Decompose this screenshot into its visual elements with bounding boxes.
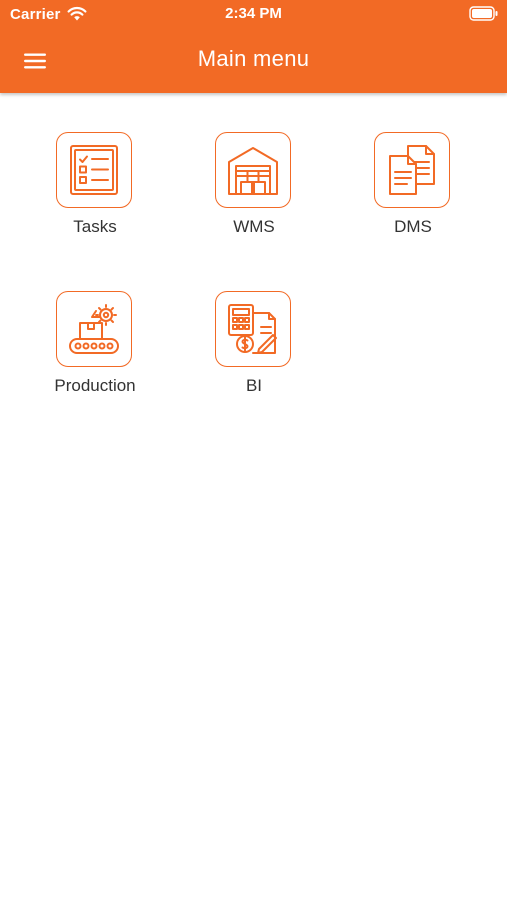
calculator-invoice-icon	[228, 304, 277, 354]
task-checklist-icon	[70, 145, 118, 195]
menu-tile-dms[interactable]: DMS	[358, 132, 468, 252]
navigation-bar: Main menu	[0, 28, 507, 93]
menu-tile-label: DMS	[394, 217, 432, 236]
menu-tile-icon-frame	[215, 291, 291, 367]
app-header: Carrier 2:34 PM Main menu	[0, 0, 507, 93]
menu-tile-production[interactable]: Production	[40, 291, 150, 411]
documents-icon	[389, 145, 435, 195]
conveyor-gear-icon	[69, 304, 119, 354]
menu-tile-icon-frame	[374, 132, 450, 208]
warehouse-icon	[228, 147, 278, 195]
menu-tile-icon-frame	[56, 132, 132, 208]
menu-tile-label: Production	[54, 376, 136, 395]
menu-tile-icon-frame	[215, 132, 291, 208]
menu-tile-label: WMS	[233, 217, 275, 236]
battery-icon	[469, 6, 498, 21]
menu-tile-label: Tasks	[73, 217, 117, 236]
page-title: Main menu	[197, 46, 310, 71]
menu-tile-icon-frame	[56, 291, 132, 367]
menu-tile-tasks[interactable]: Tasks	[40, 132, 150, 252]
status-bar: Carrier 2:34 PM	[0, 0, 507, 28]
status-time: 2:34 PM	[225, 5, 282, 22]
menu-tile-label: BI	[245, 376, 263, 395]
menu-tile-bi[interactable]: BI	[199, 291, 309, 411]
menu-tile-wms[interactable]: WMS	[199, 132, 309, 252]
